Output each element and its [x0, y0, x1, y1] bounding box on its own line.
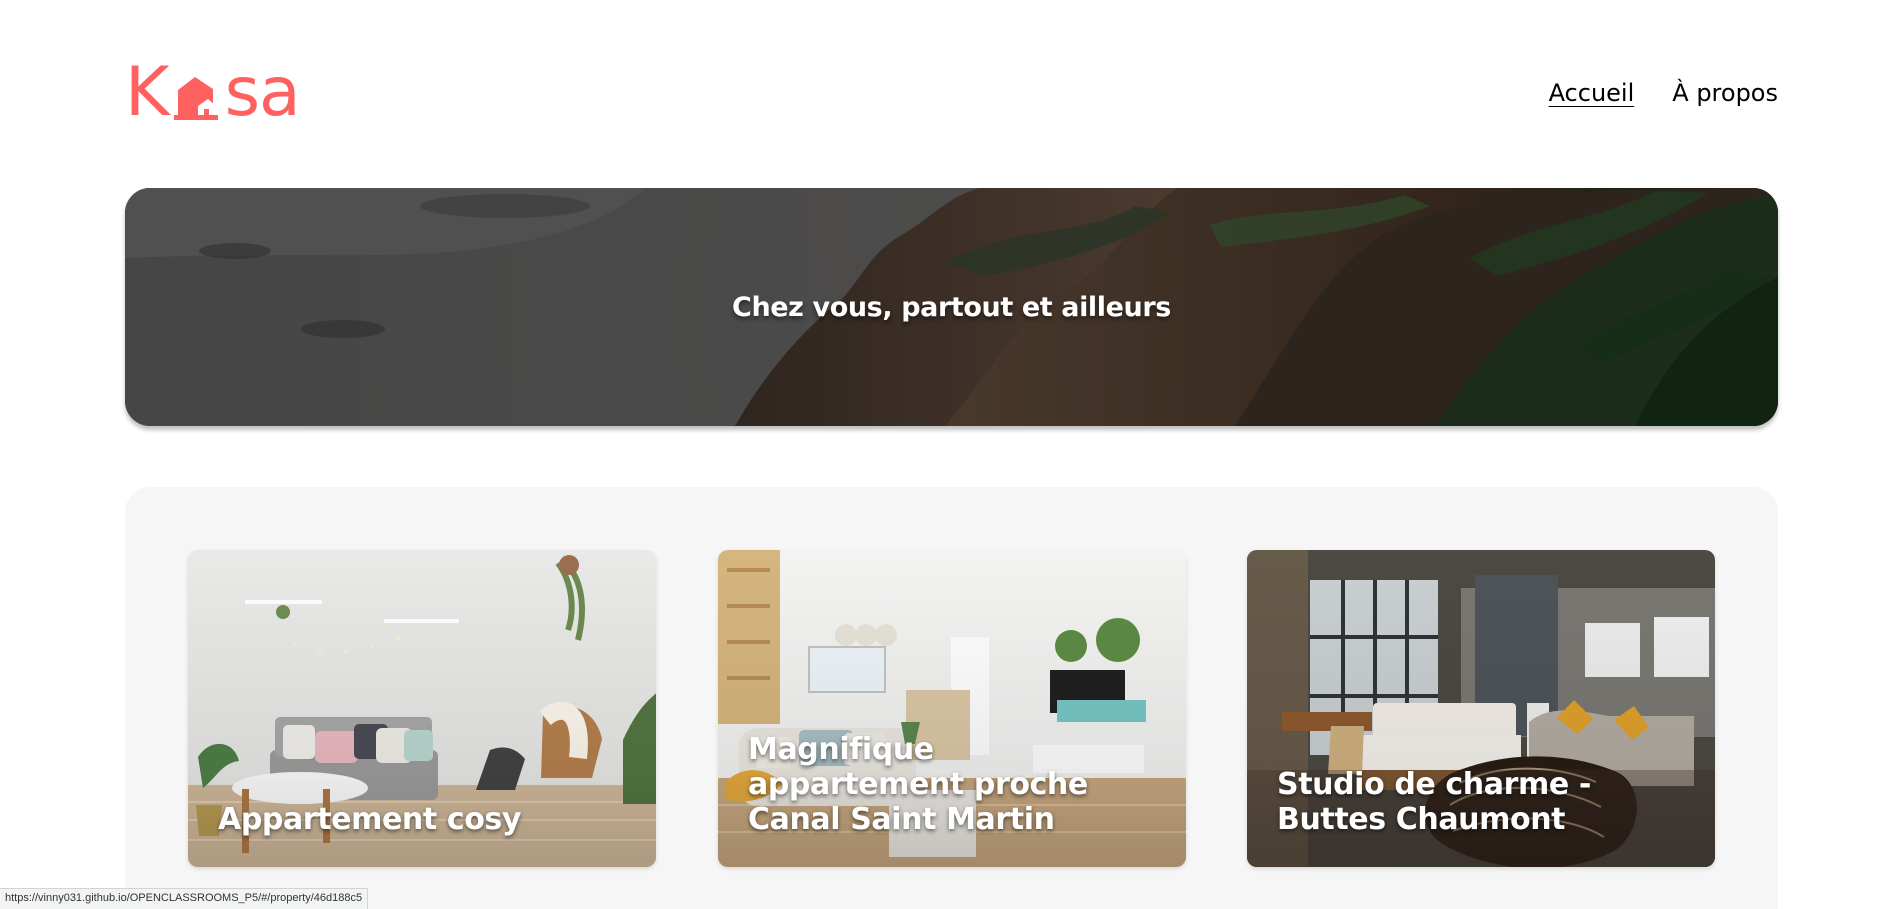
logo-letters-sa: sa	[224, 53, 301, 132]
nav-link-accueil[interactable]: Accueil	[1549, 79, 1635, 107]
site-header: K sa Accueil À propos	[125, 58, 1778, 128]
nav-link-a-propos[interactable]: À propos	[1672, 79, 1778, 107]
property-card-title: Appartement cosy	[218, 802, 522, 837]
banner-title: Chez vous, partout et ailleurs	[732, 291, 1171, 323]
property-card[interactable]: Studio de charme - Buttes Chaumont	[1247, 550, 1715, 867]
kasa-logo[interactable]: K sa	[125, 53, 301, 132]
property-card-title: Studio de charme - Buttes Chaumont	[1277, 767, 1591, 837]
house-icon	[173, 77, 218, 120]
main-navigation: Accueil À propos	[1549, 79, 1778, 107]
page: K sa Accueil À propos Chez vous, partout…	[0, 0, 1903, 909]
property-card-title: Magnifique appartement proche Canal Sain…	[748, 732, 1088, 837]
property-card[interactable]: Appartement cosy	[188, 550, 656, 867]
property-gallery: Appartement cosy Magnifique appartement …	[125, 487, 1778, 909]
browser-status-url: https://vinny031.github.io/OPENCLASSROOM…	[0, 888, 369, 909]
logo-letter-k: K	[125, 53, 170, 132]
home-banner: Chez vous, partout et ailleurs	[125, 188, 1778, 426]
property-card[interactable]: Magnifique appartement proche Canal Sain…	[718, 550, 1186, 867]
